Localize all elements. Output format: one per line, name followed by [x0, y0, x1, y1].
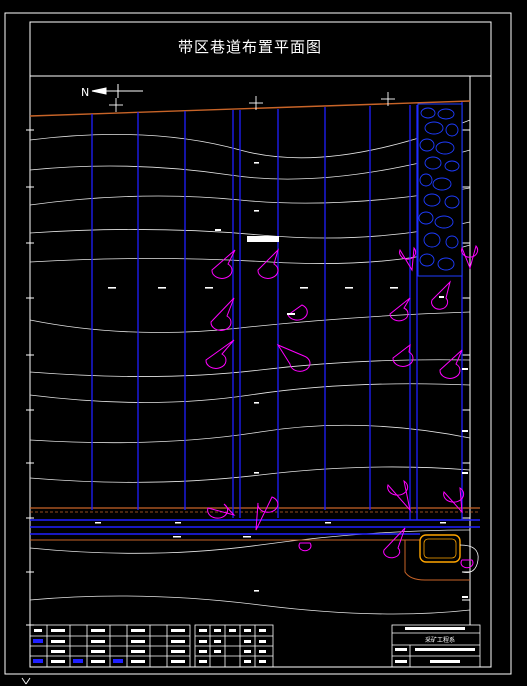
north-arrow-icon [91, 84, 143, 98]
titleblock-caption: 采矿工程系 [424, 637, 455, 644]
drawing-title: 带区巷道布置平面图 [177, 38, 322, 56]
goaf-hatch-icon [417, 103, 463, 277]
cad-drawing-canvas [4, 12, 512, 685]
corner-mark-icon [21, 677, 31, 685]
main-roadway-marks [95, 522, 446, 538]
vertical-roadways [91, 102, 463, 520]
drawing-small-marks [215, 229, 468, 598]
north-label: N [81, 86, 90, 99]
chamber-outline [404, 534, 479, 581]
